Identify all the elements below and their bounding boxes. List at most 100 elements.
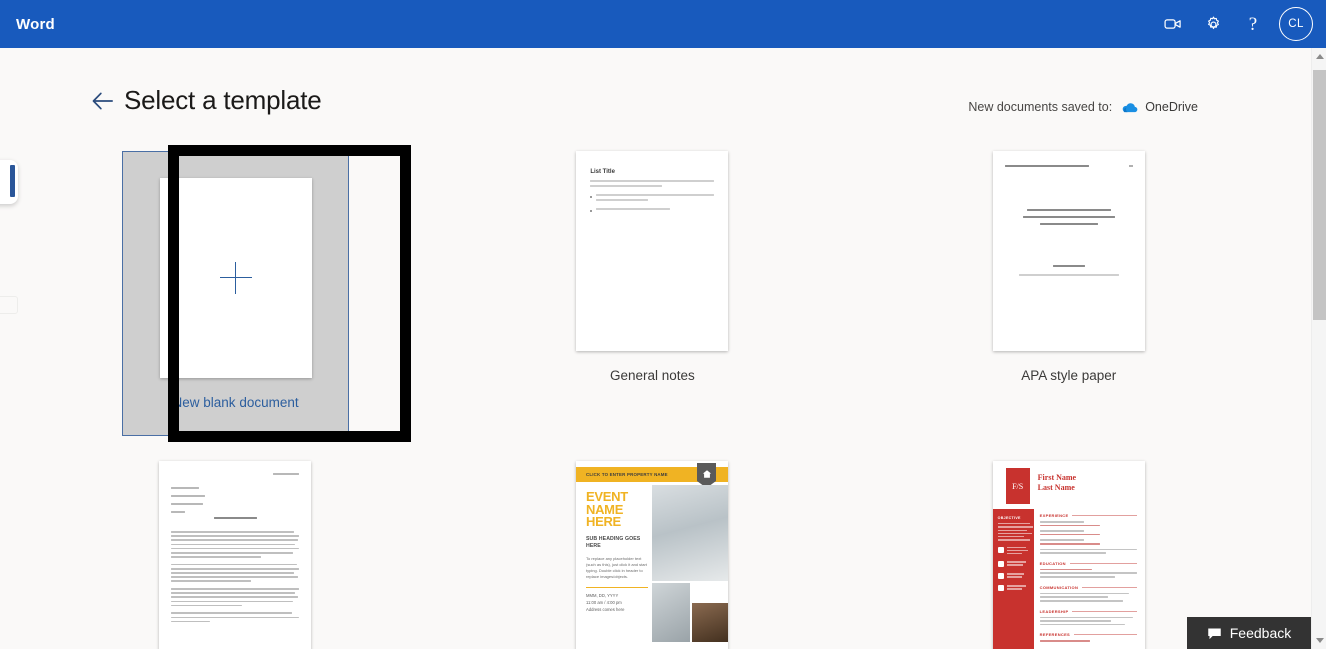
mini-bullet — [590, 194, 715, 204]
mini-resume-side-item — [997, 573, 1034, 580]
template-card-resume[interactable]: F/S First Name Last Name OBJECTIVE EXPER… — [955, 461, 1182, 649]
help-icon: ? — [1248, 13, 1258, 35]
mini-flyer-body: To replace any placeholder text (such as… — [586, 555, 647, 580]
mini-flyer-image-3 — [692, 603, 728, 642]
back-arrow-icon[interactable] — [90, 88, 116, 114]
saved-to-service: OneDrive — [1145, 100, 1198, 114]
feedback-label: Feedback — [1229, 625, 1292, 641]
template-card-new-blank-document[interactable]: New blank document — [122, 151, 350, 436]
mini-resume-section: EDUCATION — [1039, 560, 1137, 578]
template-thumbnail-mla — [159, 461, 312, 649]
mini-flyer-image-main — [652, 485, 728, 581]
saved-to-label: New documents saved to: — [968, 100, 1113, 114]
comment-icon — [1208, 628, 1221, 639]
template-card-event-flyer[interactable]: CLICK TO ENTER PROPERTY NAME EVENT NAME … — [539, 461, 766, 649]
feedback-button[interactable]: Feedback — [1187, 617, 1311, 649]
mini-resume-section-title: EXPERIENCE — [1039, 513, 1069, 518]
mini-resume-section: COMMUNICATION — [1039, 584, 1137, 602]
settings-button[interactable] — [1193, 4, 1233, 44]
scroll-down-arrow[interactable] — [1312, 632, 1326, 649]
meet-now-button[interactable] — [1153, 4, 1193, 44]
mini-mla-title — [204, 517, 266, 519]
mini-flyer-date: MMM, DD, YYYY — [586, 593, 619, 599]
scrollbar-thumb[interactable] — [1313, 70, 1326, 320]
template-thumbnail-event-flyer: CLICK TO ENTER PROPERTY NAME EVENT NAME … — [576, 461, 728, 649]
mini-doc-flyer: CLICK TO ENTER PROPERTY NAME EVENT NAME … — [576, 461, 728, 649]
mini-resume-section-title: REFERENCES — [1039, 632, 1071, 638]
template-row-2: CLICK TO ENTER PROPERTY NAME EVENT NAME … — [122, 461, 1182, 649]
mini-resume-last-name: Last Name — [1037, 483, 1075, 492]
edge-flyout-panel — [0, 160, 18, 204]
template-row-1: New blank document List Title General no… — [122, 151, 1182, 436]
mini-resume-monogram: F/S — [1005, 468, 1030, 504]
mini-flyer-divider — [586, 587, 648, 589]
onedrive-cloud-icon — [1122, 103, 1138, 113]
mini-mla-body — [171, 531, 300, 628]
email-icon — [997, 573, 1004, 580]
mini-resume-side-heading: OBJECTIVE — [997, 516, 1021, 520]
mini-flyer-image-2 — [652, 583, 690, 642]
avatar[interactable]: CL — [1279, 7, 1313, 41]
mini-resume-sidebar: OBJECTIVE — [992, 509, 1034, 649]
template-thumbnail-general-notes: List Title — [576, 151, 729, 351]
mini-resume-section-title: LEADERSHIP — [1039, 608, 1069, 614]
mini-resume-section: LEADERSHIP — [1039, 608, 1137, 626]
mini-resume-name: First Name Last Name — [1038, 473, 1076, 493]
template-card-mla-style-paper[interactable] — [122, 461, 349, 649]
page-header: Select a template — [90, 85, 322, 116]
template-grid: New blank document List Title General no… — [122, 151, 1182, 649]
template-thumbnail-apa — [992, 151, 1145, 351]
mini-doc-resume: F/S First Name Last Name OBJECTIVE EXPER… — [992, 461, 1145, 649]
help-button[interactable]: ? — [1233, 4, 1273, 44]
template-card-label: General notes — [609, 368, 695, 383]
template-gallery-page: Select a template New documents saved to… — [0, 48, 1311, 649]
website-icon — [997, 585, 1004, 592]
mini-resume-section-title: COMMUNICATION — [1039, 584, 1079, 590]
mini-resume-main-column: EXPERIENCE EDUCATION COMMUNICATION LEADE… — [1039, 513, 1137, 649]
plus-icon — [219, 261, 252, 294]
mini-resume-section-title: EDUCATION — [1039, 560, 1066, 566]
mini-resume-side-item — [997, 585, 1034, 592]
template-card-general-notes[interactable]: List Title General notes — [539, 151, 765, 436]
mini-doc-notes: List Title — [576, 151, 728, 351]
edge-ghost-shape — [0, 296, 18, 314]
mini-notes-heading: List Title — [590, 169, 615, 175]
saved-to-indicator: New documents saved to: OneDrive — [968, 100, 1198, 114]
mini-apa-author-note — [1018, 265, 1119, 281]
mini-apa-page-number — [1128, 165, 1133, 167]
mini-flyer-banner-text: CLICK TO ENTER PROPERTY NAME — [586, 472, 668, 477]
mini-doc-mla — [159, 461, 311, 649]
mini-mla-fields — [171, 487, 206, 516]
template-thumbnail-resume: F/S First Name Last Name OBJECTIVE EXPER… — [992, 461, 1145, 649]
house-icon — [702, 469, 711, 478]
app-title: Word — [16, 15, 55, 33]
mini-flyer-subheading: SUB HEADING GOES HERE — [586, 535, 641, 549]
suite-header: Word ? CL — [0, 0, 1326, 48]
gear-icon — [1207, 16, 1219, 29]
mini-resume-side-item — [997, 561, 1034, 568]
page-scrollbar[interactable] — [1311, 48, 1326, 649]
mini-mla-page-header — [273, 473, 300, 478]
template-card-apa-style-paper[interactable]: APA style paper — [956, 151, 1182, 436]
mini-resume-side-item — [997, 546, 1034, 556]
location-icon — [997, 546, 1004, 553]
mini-flyer-time: 11:00 am / 4:00 pm — [586, 599, 622, 605]
edge-flyout-accent-bar — [10, 165, 15, 197]
page-title: Select a template — [124, 85, 322, 115]
mini-resume-section: EXPERIENCE — [1039, 513, 1137, 554]
mini-resume-section: REFERENCES — [1039, 632, 1137, 642]
mini-flyer-address: Address comes here — [586, 606, 625, 612]
mini-apa-running-head — [1004, 165, 1133, 167]
mini-doc-apa — [993, 151, 1145, 351]
suite-actions: ? CL — [1153, 0, 1318, 48]
template-card-label: New blank document — [172, 394, 299, 410]
phone-icon — [997, 561, 1004, 568]
meet-now-icon — [1164, 19, 1181, 29]
mini-flyer-text-column: EVENT NAME HERE SUB HEADING GOES HERE To… — [586, 489, 648, 613]
mini-bullet — [590, 208, 714, 213]
scroll-up-arrow[interactable] — [1312, 48, 1326, 65]
template-thumbnail-blank — [159, 177, 312, 378]
template-card-label: APA style paper — [1021, 368, 1117, 383]
mini-resume-first-name: First Name — [1037, 473, 1077, 482]
mini-flyer-title: EVENT NAME HERE — [586, 489, 628, 529]
